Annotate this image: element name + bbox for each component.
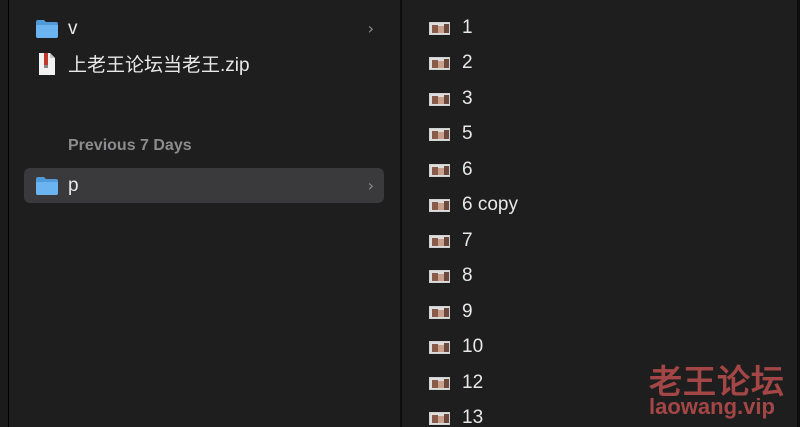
file-name: 3 bbox=[462, 88, 473, 109]
file-row[interactable]: 3 bbox=[429, 84, 473, 114]
file-row[interactable]: 10 bbox=[429, 332, 483, 362]
file-name: 6 bbox=[462, 159, 473, 180]
file-row[interactable]: 9 bbox=[429, 297, 473, 327]
watermark-text-en: laowang.vip bbox=[649, 394, 775, 419]
image-thumbnail-icon bbox=[429, 234, 450, 248]
file-row[interactable]: 7 bbox=[429, 226, 473, 256]
file-name: 1 bbox=[462, 17, 473, 38]
folder-label: v bbox=[68, 17, 78, 39]
chevron-right-icon: › bbox=[367, 176, 374, 195]
file-row[interactable]: 5 bbox=[429, 119, 473, 149]
file-row[interactable]: 2 bbox=[429, 48, 473, 78]
image-thumbnail-icon bbox=[429, 127, 450, 141]
file-name: 6 copy bbox=[462, 194, 518, 215]
file-name: 2 bbox=[462, 52, 473, 73]
folder-icon bbox=[34, 173, 60, 199]
file-row[interactable]: 13 bbox=[429, 403, 483, 427]
file-name: 10 bbox=[462, 336, 484, 357]
folder-icon bbox=[34, 16, 60, 42]
file-row[interactable]: 12 bbox=[429, 368, 483, 398]
file-name: 9 bbox=[462, 301, 473, 322]
image-thumbnail-icon bbox=[429, 163, 450, 177]
file-row[interactable]: 6 copy bbox=[429, 190, 518, 220]
image-thumbnail-icon bbox=[429, 92, 450, 106]
zip-file-icon bbox=[34, 51, 60, 77]
file-row-zip[interactable]: 上老王论坛当老王.zip bbox=[24, 46, 384, 81]
image-thumbnail-icon bbox=[429, 269, 450, 283]
folder-row-p[interactable]: p › bbox=[24, 168, 384, 203]
file-row[interactable]: 6 bbox=[429, 155, 473, 185]
section-header-previous-7-days: Previous 7 Days bbox=[68, 137, 192, 154]
file-name: 5 bbox=[462, 123, 473, 144]
image-thumbnail-icon bbox=[429, 56, 450, 70]
folder-label: p bbox=[68, 174, 79, 196]
image-thumbnail-icon bbox=[429, 198, 450, 212]
column-left[interactable]: v › 上老王论坛当老王.zip Previous 7 Days p › bbox=[9, 0, 400, 427]
file-name: 7 bbox=[462, 230, 473, 251]
sidebar-edge bbox=[0, 0, 9, 427]
file-name: 12 bbox=[462, 372, 484, 393]
file-row[interactable]: 1 bbox=[429, 13, 473, 43]
image-thumbnail-icon bbox=[429, 376, 450, 390]
file-row[interactable]: 8 bbox=[429, 261, 473, 291]
finder-window: v › 上老王论坛当老王.zip Previous 7 Days p › 1 2… bbox=[0, 0, 800, 427]
image-thumbnail-icon bbox=[429, 305, 450, 319]
file-name: 8 bbox=[462, 265, 473, 286]
image-thumbnail-icon bbox=[429, 21, 450, 35]
chevron-right-icon: › bbox=[367, 19, 374, 38]
file-name: 13 bbox=[462, 407, 484, 427]
image-thumbnail-icon bbox=[429, 340, 450, 354]
file-label: 上老王论坛当老王.zip bbox=[68, 55, 250, 76]
folder-row-v[interactable]: v › bbox=[24, 11, 384, 46]
image-thumbnail-icon bbox=[429, 411, 450, 425]
